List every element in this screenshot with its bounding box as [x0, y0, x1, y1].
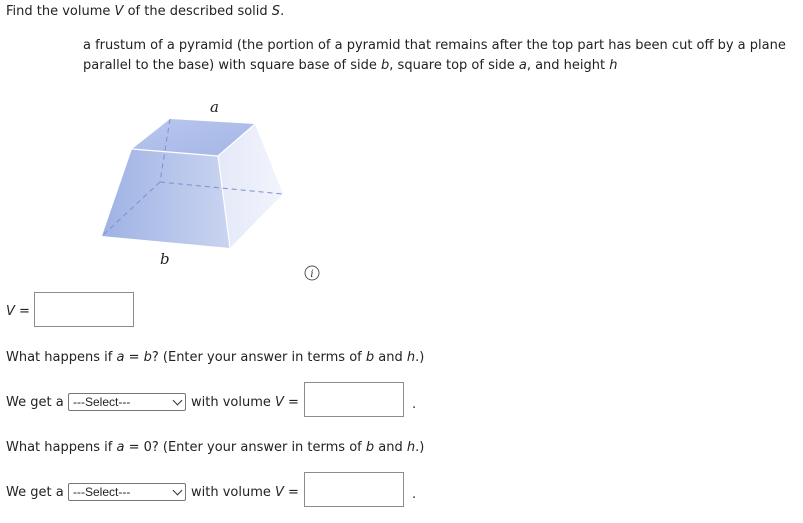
frustum-diagram: a b [101, 98, 284, 268]
svg-text:i: i [310, 269, 313, 280]
solid-description: a frustum of a pyramid (the portion of a… [83, 38, 786, 73]
shape-select-1[interactable]: ---Select--- [68, 393, 186, 411]
shape-select-2[interactable]: ---Select--- [68, 483, 186, 501]
chevron-down-icon [172, 395, 183, 406]
question-1: What happens if a = b? (Enter your answe… [6, 350, 425, 365]
question-2: What happens if a = 0? (Enter your answe… [6, 440, 425, 455]
front-face [102, 149, 230, 248]
problem-prompt: Find the volume V of the described solid… [6, 4, 285, 19]
volume-input-2[interactable] [304, 472, 404, 507]
we-get-label-1: We get a [6, 395, 64, 410]
period-1: . [412, 397, 417, 412]
info-icon[interactable]: i [304, 265, 320, 281]
volume-input[interactable] [34, 292, 134, 327]
frustum-figure: a b [90, 90, 300, 280]
info-icon-glyph: i [304, 265, 320, 281]
chevron-down-icon [172, 485, 183, 496]
side-label-b: b [160, 250, 170, 268]
with-volume-label-1: with volume V = [191, 395, 299, 410]
side-label-a: a [210, 98, 219, 116]
we-get-label-2: We get a [6, 485, 64, 500]
period-2: . [412, 487, 417, 502]
volume-input-1[interactable] [304, 382, 404, 417]
with-volume-label-2: with volume V = [191, 485, 299, 500]
volume-label: V = [6, 304, 30, 319]
